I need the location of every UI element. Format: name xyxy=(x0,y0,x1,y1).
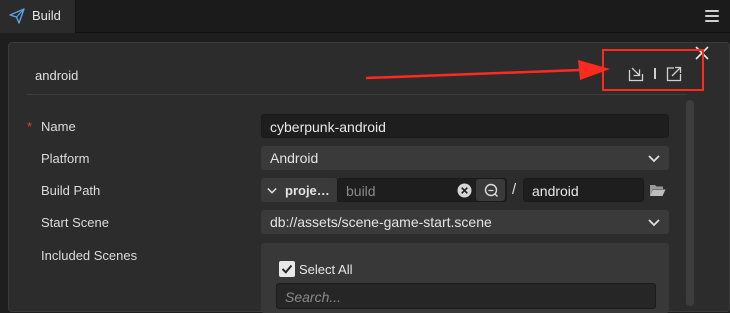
included-scenes-label: Included Scenes xyxy=(41,248,138,263)
folder-icon[interactable] xyxy=(649,183,666,197)
hamburger-menu-icon[interactable] xyxy=(705,10,719,23)
build-output-name-input[interactable]: android xyxy=(523,178,644,202)
start-scene-select[interactable]: db://assets/scene-game-start.scene xyxy=(261,210,669,234)
build-path-label: Build Path xyxy=(41,183,101,198)
annotation-arrow xyxy=(366,60,610,80)
tab-build[interactable]: Build xyxy=(0,0,76,33)
vertical-scrollbar[interactable] xyxy=(686,100,694,306)
start-scene-label: Start Scene xyxy=(41,215,109,230)
annotation-highlight-box xyxy=(602,49,704,91)
magnifier-icon xyxy=(484,183,498,197)
start-scene-value: db://assets/scene-game-start.scene xyxy=(270,214,492,230)
scene-search-input[interactable]: Search... xyxy=(276,283,656,309)
header-divider xyxy=(27,94,687,95)
required-marker: * xyxy=(27,119,33,134)
paper-plane-icon xyxy=(9,8,25,24)
clear-icon[interactable] xyxy=(457,183,472,198)
path-prefix-value: proje… xyxy=(285,183,330,198)
browse-button[interactable] xyxy=(476,179,505,201)
chevron-down-icon[interactable] xyxy=(267,187,277,195)
platform-select[interactable]: Android xyxy=(261,146,669,170)
select-all-label: Select All xyxy=(299,262,353,277)
name-input[interactable]: cyberpunk-android xyxy=(261,114,669,138)
platform-title: android xyxy=(35,68,79,83)
tab-label: Build xyxy=(32,8,61,23)
tab-bar: Build xyxy=(0,0,730,33)
platform-label: Platform xyxy=(41,151,90,166)
path-separator: / xyxy=(512,181,517,198)
chevron-down-icon[interactable] xyxy=(648,155,660,163)
checkmark-icon xyxy=(281,264,293,274)
chevron-down-icon[interactable] xyxy=(648,219,660,227)
select-all-checkbox[interactable] xyxy=(279,261,295,277)
platform-select-value: Android xyxy=(270,150,319,166)
name-label: Name xyxy=(41,119,76,134)
